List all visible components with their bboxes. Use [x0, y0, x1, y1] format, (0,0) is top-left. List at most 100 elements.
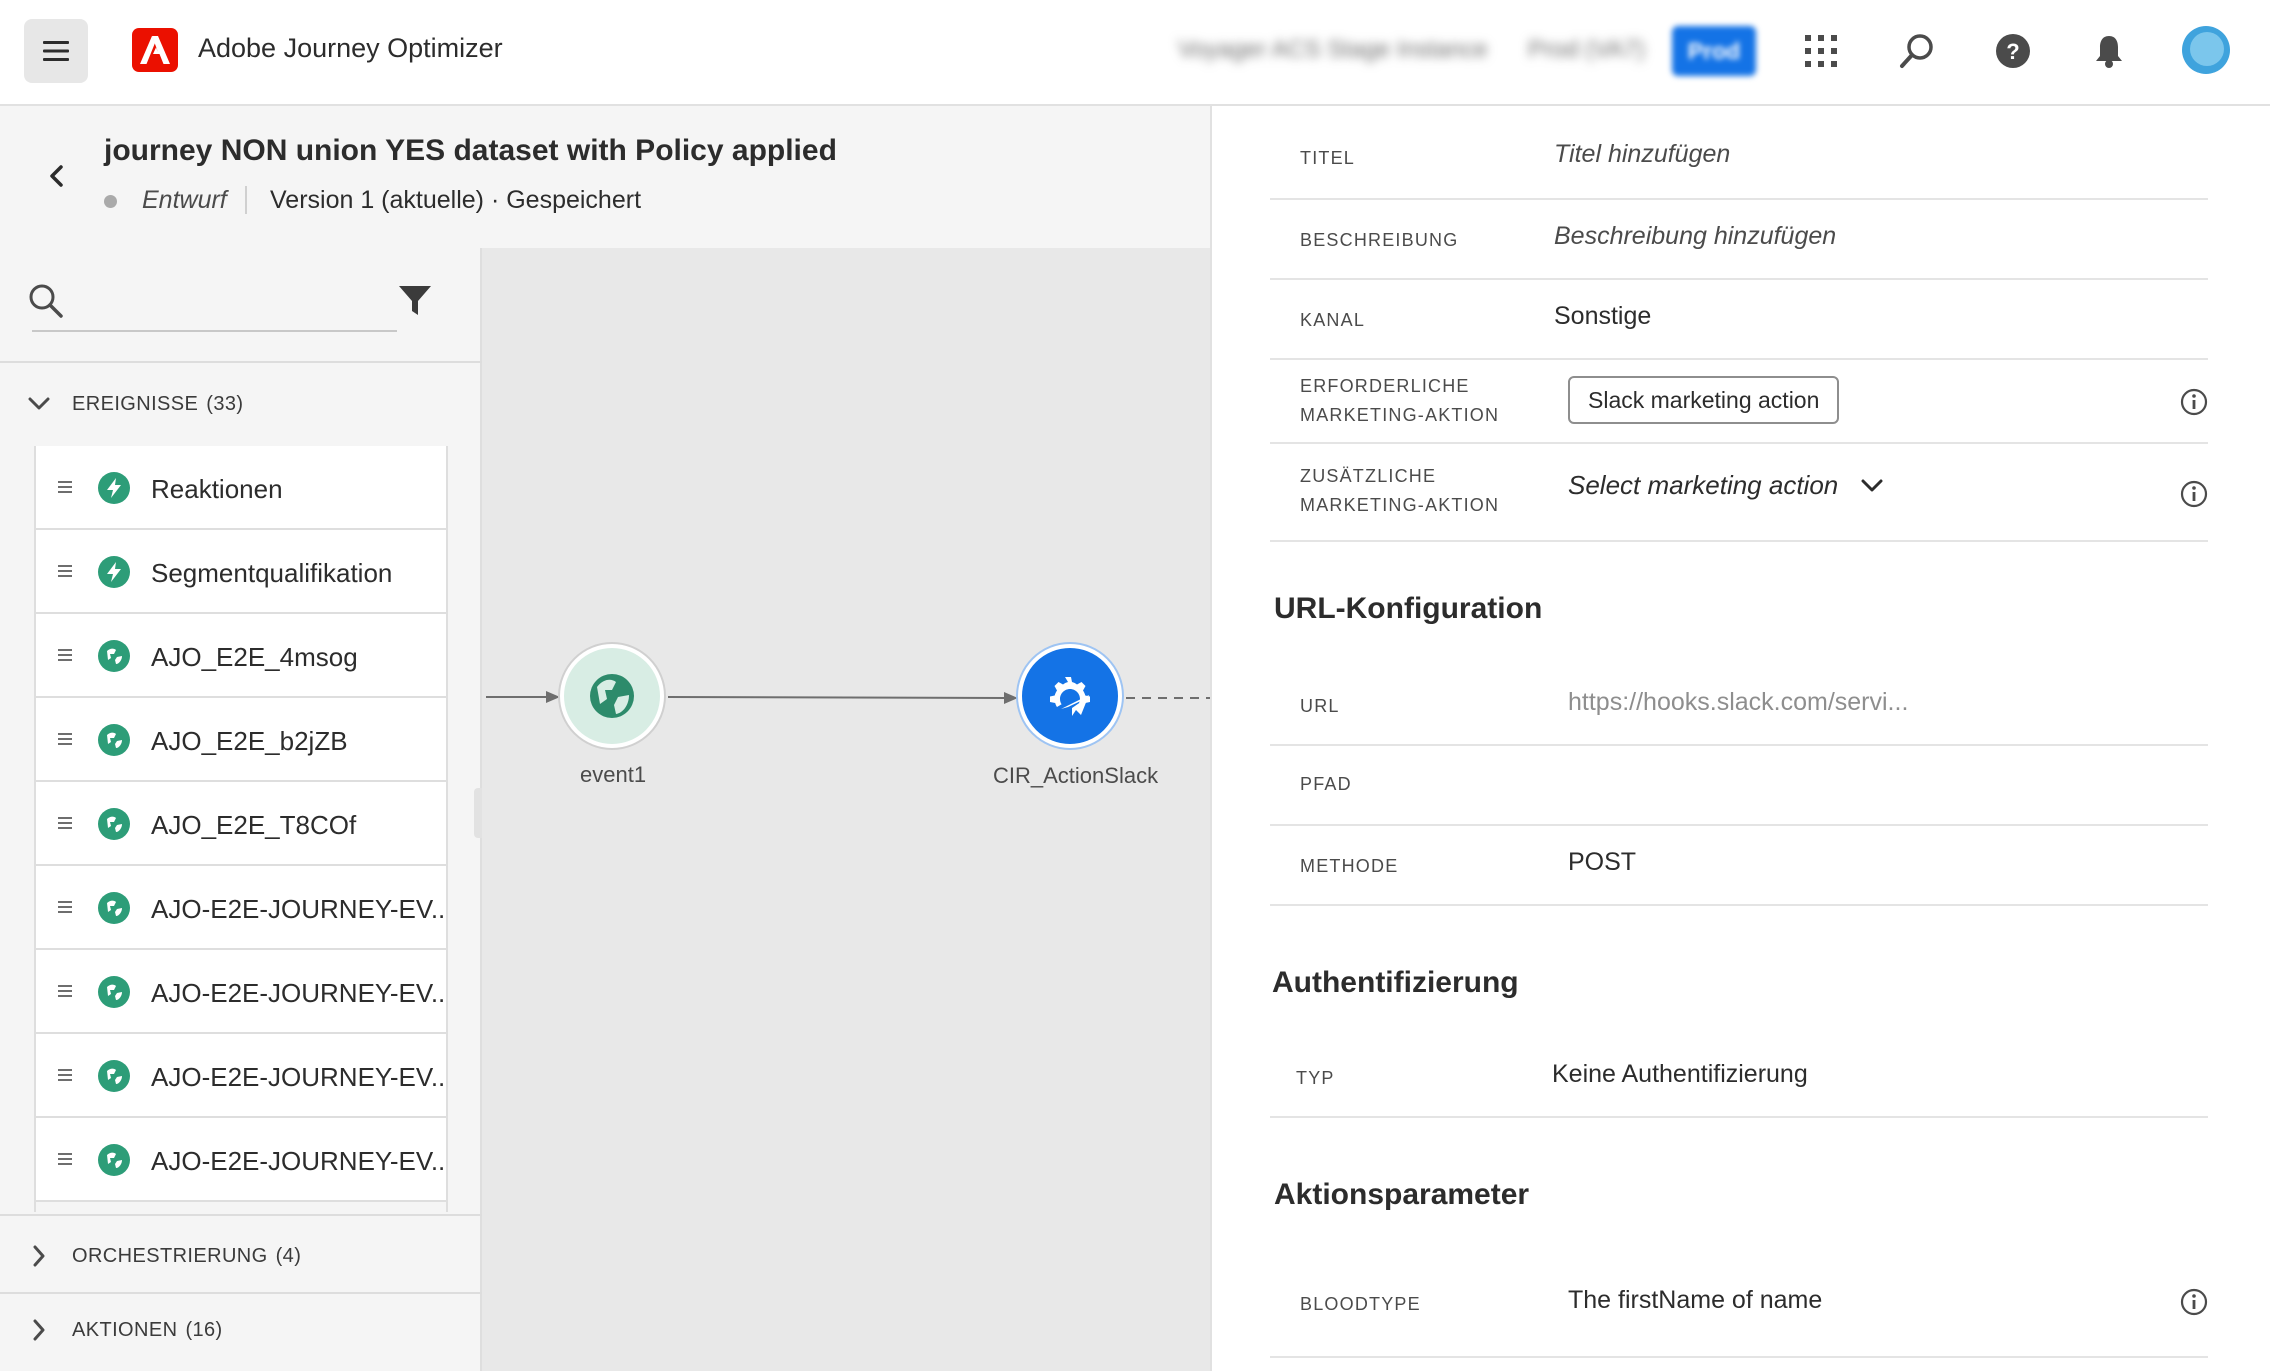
section-header-orchestration[interactable]: ORCHESTRIERUNG (4)	[26, 1236, 301, 1276]
section-label: AKTIONEN	[72, 1318, 178, 1341]
section-divider	[0, 361, 482, 363]
help-icon: ?	[1996, 34, 2030, 68]
event-label: AJO-E2E-JOURNEY-EV...	[151, 1146, 448, 1176]
back-button[interactable]	[36, 156, 76, 196]
event-item-segmentqualifikation[interactable]: Segmentqualifikation	[36, 530, 446, 614]
bolt-icon	[98, 472, 130, 504]
chevron-right-icon	[26, 1317, 52, 1343]
property-row-channel: KANAL Sonstige	[1270, 280, 2208, 360]
event-item-ajo-e2e-4msog[interactable]: AJO_E2E_4msog	[36, 614, 446, 698]
globe-icon	[98, 724, 130, 756]
chevron-down-icon	[26, 391, 52, 417]
event-item-reaktionen[interactable]: Reaktionen	[36, 446, 446, 530]
apps-grid-icon	[1805, 35, 1837, 67]
node-label-cir-actionslack: CIR_ActionSlack	[993, 763, 1159, 788]
adobe-logo[interactable]	[132, 28, 178, 72]
status-divider	[245, 186, 247, 214]
drag-handle-icon[interactable]	[58, 733, 72, 745]
search-icon	[1900, 34, 1933, 68]
journey-canvas[interactable]: event1 CIR_ActionSlack	[482, 248, 1210, 1371]
event-item-journey-ev-2[interactable]: AJO-E2E-JOURNEY-EV...	[36, 950, 446, 1034]
svg-text:?: ?	[2006, 39, 2019, 64]
status-dot-icon	[104, 195, 117, 208]
url-value: https://hooks.slack.com/servi...	[1568, 688, 1909, 716]
activity-palette: EREIGNISSE (33) Reaktionen Segmentqualif…	[0, 248, 492, 1371]
section-label: EREIGNISSE	[72, 392, 199, 415]
globe-icon	[590, 674, 634, 718]
journey-version: Version 1 (aktuelle) · Gespeichert	[270, 186, 642, 214]
help-button[interactable]: ?	[1986, 24, 2040, 78]
globe-icon	[98, 640, 130, 672]
event-item-ajo-e2e-b2jzb[interactable]: AJO_E2E_b2jZB	[36, 698, 446, 782]
drag-handle-icon[interactable]	[58, 565, 72, 577]
property-label: KANAL	[1300, 310, 1366, 330]
event-item-journey-ev-3[interactable]: AJO-E2E-JOURNEY-EV...	[36, 1034, 446, 1118]
title-input[interactable]: Titel hinzufügen	[1554, 140, 1730, 169]
environment-badge[interactable]: Prod	[1672, 26, 1756, 76]
section-header-actions[interactable]: AKTIONEN (16)	[26, 1310, 223, 1350]
drag-handle-icon[interactable]	[58, 901, 72, 913]
property-row-method: METHODE POST	[1270, 826, 2208, 906]
hamburger-icon	[43, 41, 69, 61]
global-search-button[interactable]	[1890, 24, 1944, 78]
property-label: ZUSÄTZLICHE MARKETING-AKTION	[1300, 466, 1500, 515]
property-label: METHODE	[1300, 856, 1399, 876]
filter-button[interactable]	[398, 284, 434, 320]
event-item-journey-ev-1[interactable]: AJO-E2E-JOURNEY-EV...	[36, 866, 446, 950]
property-row-required-marketing-action: ERFORDERLICHE MARKETING-AKTION Slack mar…	[1270, 360, 2208, 444]
required-marketing-action-tag[interactable]: Slack marketing action	[1568, 376, 1840, 424]
globe-icon	[98, 808, 130, 840]
globe-icon	[98, 1144, 130, 1176]
drag-handle-icon[interactable]	[58, 985, 72, 997]
info-icon[interactable]	[2180, 480, 2208, 508]
drag-handle-icon[interactable]	[58, 817, 72, 829]
method-value: POST	[1568, 848, 1637, 876]
custom-action-icon	[1050, 677, 1090, 716]
bell-icon	[2096, 36, 2122, 68]
journey-title: journey NON union YES dataset with Polic…	[104, 134, 837, 167]
section-divider	[0, 1214, 482, 1216]
apps-button[interactable]	[1794, 24, 1848, 78]
property-label: BLOODTYPE	[1300, 1294, 1421, 1314]
journey-header: journey NON union YES dataset with Polic…	[0, 106, 1210, 248]
org-switcher[interactable]: Voyager ACS Stage Instance	[1178, 36, 1488, 64]
property-label: ERFORDERLICHE MARKETING-AKTION	[1300, 376, 1500, 425]
property-row-description: BESCHREIBUNG Beschreibung hinzufügen	[1270, 200, 2208, 280]
dropdown-value: Select marketing action	[1568, 470, 1839, 500]
property-label: TITEL	[1300, 148, 1356, 168]
info-icon[interactable]	[2180, 1288, 2208, 1316]
canvas-node-cir-actionslack[interactable]	[1018, 644, 1122, 748]
top-navigation-bar: Adobe Journey Optimizer Voyager ACS Stag…	[0, 0, 2270, 106]
adobe-a-icon	[140, 36, 170, 64]
auth-type-value: Keine Authentifizierung	[1552, 1060, 1808, 1088]
additional-marketing-action-dropdown[interactable]: Select marketing action	[1568, 470, 1884, 501]
section-count: (33)	[206, 392, 244, 415]
journey-status: Entwurf	[142, 186, 227, 214]
event-label: AJO-E2E-JOURNEY-EV...	[151, 894, 448, 924]
event-item-ajo-e2e-t8cof[interactable]: AJO_E2E_T8COf	[36, 782, 446, 866]
section-title-url-configuration: URL-Konfiguration	[1274, 592, 1543, 625]
property-label: TYP	[1296, 1068, 1335, 1088]
node-label-event1: event1	[580, 762, 647, 787]
event-label: AJO-E2E-JOURNEY-EV...	[151, 978, 448, 1008]
palette-search-input[interactable]	[32, 268, 397, 332]
section-title-action-parameters: Aktionsparameter	[1274, 1178, 1530, 1211]
globe-icon	[98, 976, 130, 1008]
description-input[interactable]: Beschreibung hinzufügen	[1554, 222, 1836, 251]
notifications-button[interactable]	[2082, 24, 2136, 78]
section-count: (4)	[275, 1244, 302, 1267]
chevron-down-icon	[1860, 474, 1884, 498]
drag-handle-icon[interactable]	[58, 649, 72, 661]
canvas-node-event1[interactable]	[560, 644, 664, 748]
drag-handle-icon[interactable]	[58, 481, 72, 493]
info-icon[interactable]	[2180, 388, 2208, 416]
event-label: Segmentqualifikation	[151, 558, 393, 588]
user-avatar[interactable]	[2182, 26, 2230, 74]
hamburger-menu-button[interactable]	[24, 19, 88, 83]
event-item-journey-ev-4[interactable]: AJO-E2E-JOURNEY-EV...	[36, 1118, 446, 1202]
section-header-events[interactable]: EREIGNISSE (33)	[26, 384, 243, 424]
section-count: (16)	[185, 1318, 223, 1341]
sandbox-switcher[interactable]: Prod (VA7)	[1528, 36, 1645, 64]
drag-handle-icon[interactable]	[58, 1153, 72, 1165]
drag-handle-icon[interactable]	[58, 1069, 72, 1081]
